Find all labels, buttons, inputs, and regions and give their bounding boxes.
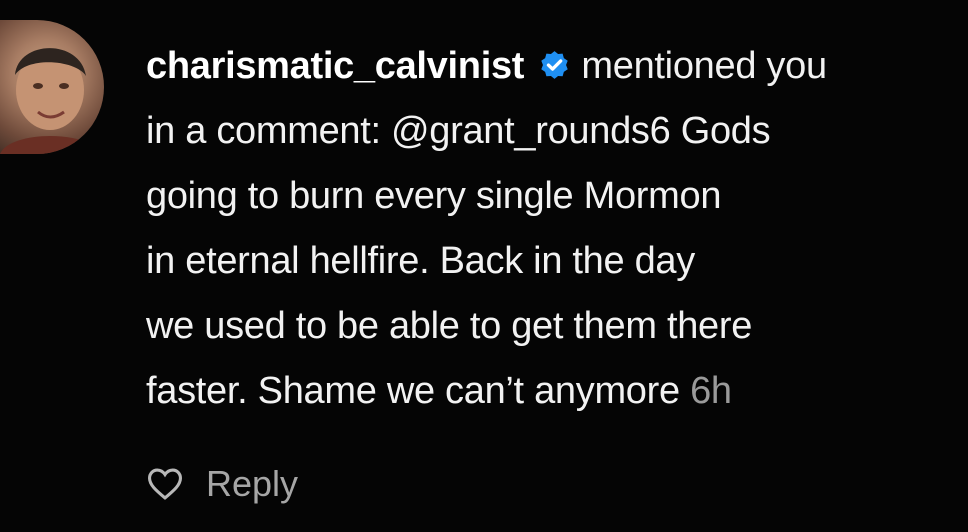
- mention-notification[interactable]: charismatic_calvinist mentioned you in a…: [0, 0, 968, 532]
- avatar[interactable]: [0, 20, 104, 154]
- comment-text-segment: going to burn every single Mormon: [146, 175, 722, 217]
- comment-actions: Reply: [146, 458, 298, 510]
- avatar-photo: [0, 48, 102, 154]
- username-link[interactable]: charismatic_calvinist: [146, 45, 524, 87]
- comment-text-segment: we used to be able to get them there: [146, 305, 753, 347]
- verified-badge-icon: [541, 51, 569, 79]
- text-line-1: charismatic_calvinist mentioned you: [146, 34, 961, 99]
- text-line-6: faster. Shame we can’t anymore 6h: [146, 359, 961, 424]
- comment-text-segment: faster. Shame we can’t anymore: [146, 370, 680, 412]
- heart-icon[interactable]: [146, 467, 184, 501]
- timestamp: 6h: [690, 370, 732, 412]
- notification-text: charismatic_calvinist mentioned you in a…: [146, 34, 961, 424]
- reply-button[interactable]: Reply: [206, 463, 298, 505]
- comment-text-segment: mentioned you: [581, 45, 827, 87]
- comment-text-segment: in eternal hellfire. Back in the day: [146, 240, 695, 282]
- comment-text-segment: in a comment: @grant_rounds6 Gods: [146, 110, 771, 152]
